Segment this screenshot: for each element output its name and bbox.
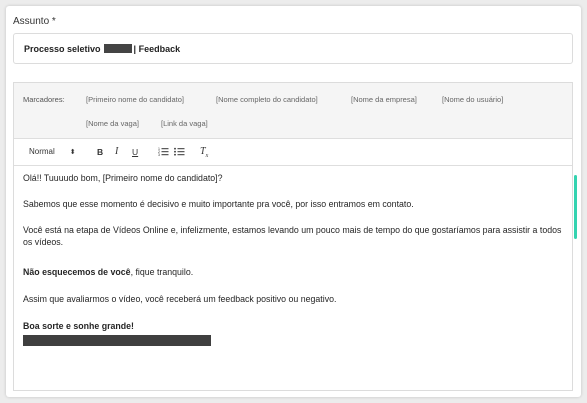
marker-full-name[interactable]: [Nome completo do candidato] [216, 95, 318, 104]
marker-first-name[interactable]: [Primeiro nome do candidato] [86, 95, 184, 104]
ordered-list-icon[interactable]: 1 2 3 [158, 147, 169, 158]
scrollbar-thumb[interactable] [574, 175, 577, 239]
body-reassure-rest: , fique tranquilo. [130, 267, 194, 277]
subject-label: Assunto * [13, 16, 56, 27]
format-select[interactable]: Normal ⬍ [29, 147, 76, 156]
body-bold-phrase: Não esquecemos de você [23, 267, 131, 277]
body-paragraph-stage: Você está na etapa de Vídeos Online e, i… [23, 225, 562, 247]
marker-job-name[interactable]: [Nome da vaga] [86, 119, 139, 128]
subject-value-suffix: | Feedback [133, 43, 181, 54]
underline-button[interactable]: U [132, 147, 138, 157]
select-arrows-icon: ⬍ [69, 149, 76, 156]
body-paragraph-greeting: Olá!! Tuuuudo bom, [Primeiro nome do can… [23, 173, 223, 183]
body-paragraph-reassure: Não esquecemos de você, fique tranquilo. [23, 267, 568, 279]
marker-job-link[interactable]: [Link da vaga] [161, 119, 208, 128]
bullet-list-icon[interactable] [174, 147, 185, 158]
svg-text:3: 3 [158, 153, 160, 156]
subject-value-prefix: Processo seletivo [24, 43, 101, 54]
markers-bar: Marcadores: [Primeiro nome do candidato]… [14, 83, 572, 139]
body-paragraph-intro: Sabemos que esse momento é decisivo e mu… [23, 199, 414, 209]
markers-label: Marcadores: [23, 95, 65, 104]
bold-button[interactable]: B [97, 147, 103, 157]
clear-format-icon[interactable]: Tx [200, 146, 208, 159]
bullet-list-svg [174, 147, 185, 156]
italic-button[interactable]: I [115, 146, 118, 157]
subject-input[interactable]: Processo seletivo | Feedback [13, 33, 573, 64]
redacted-company-name [103, 44, 132, 53]
marker-company-name[interactable]: [Nome da empresa] [351, 95, 417, 104]
marker-user-name[interactable]: [Nome do usuário] [442, 95, 503, 104]
signoff-text: Boa sorte e sonhe grande! [23, 321, 134, 331]
body-paragraph-evaluation: Assim que avaliarmos o vídeo, você receb… [23, 294, 337, 304]
editor-toolbar: Normal ⬍ B I U 1 2 3 Tx [14, 139, 572, 166]
body-paragraph-signoff: Boa sorte e sonhe grande! [23, 321, 568, 333]
ordered-list-svg: 1 2 3 [158, 147, 169, 157]
redacted-signature [23, 335, 211, 346]
message-editor: Marcadores: [Primeiro nome do candidato]… [13, 82, 573, 391]
format-select-value: Normal [29, 147, 55, 156]
